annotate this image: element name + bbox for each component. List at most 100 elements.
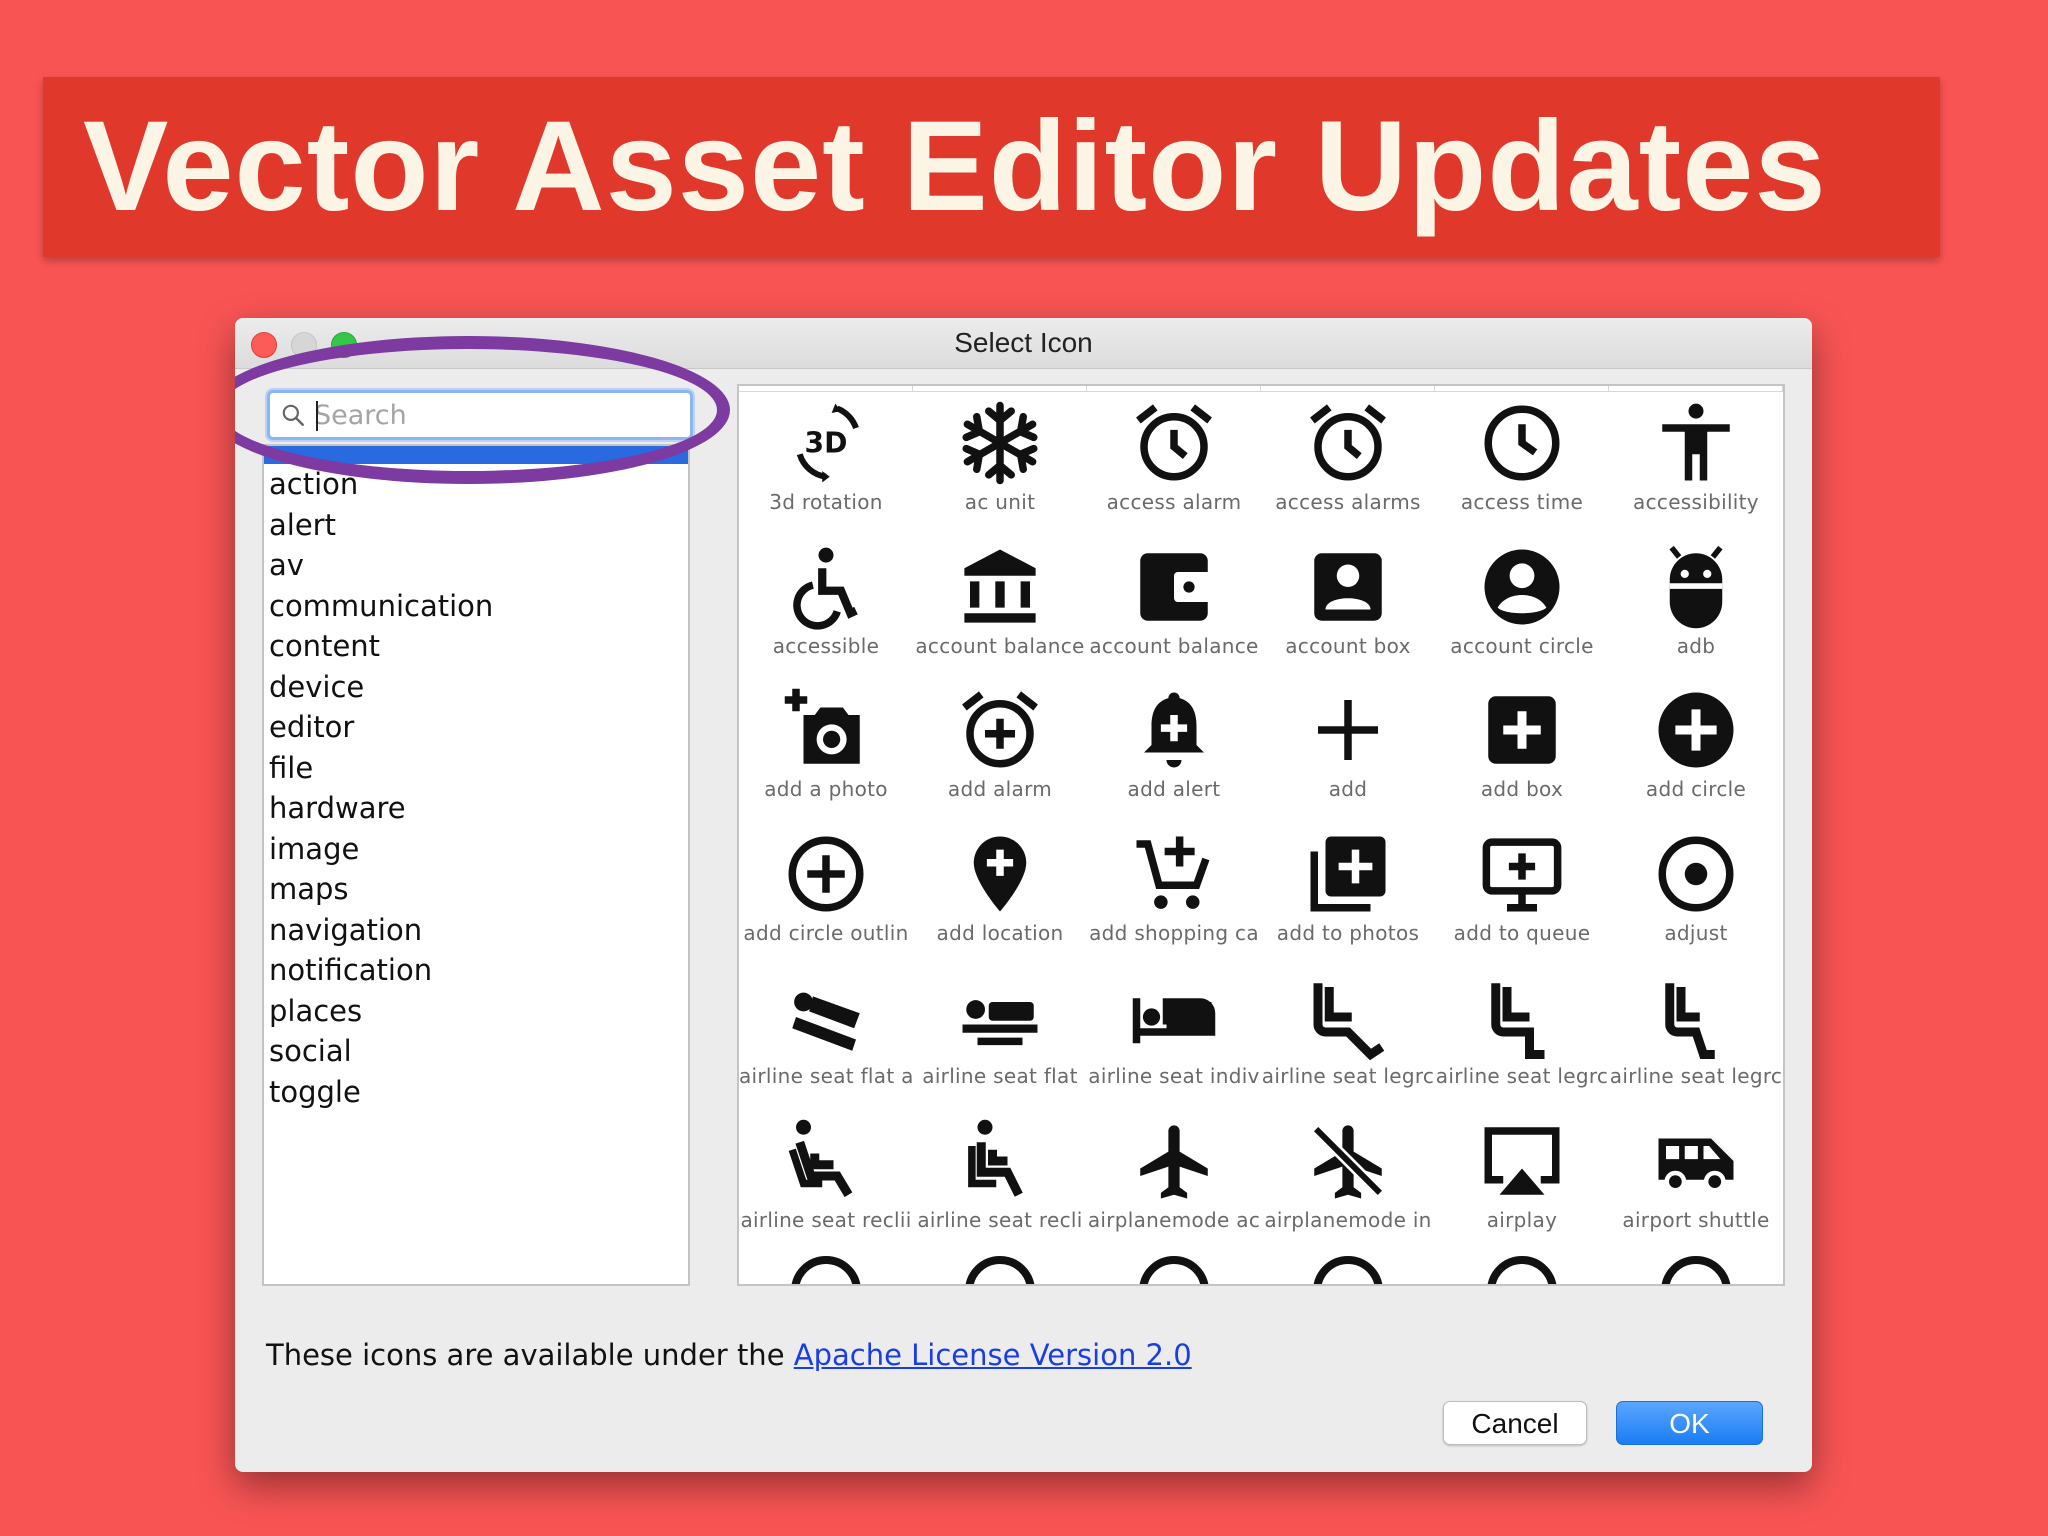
icon-label: add shopping ca (1089, 920, 1259, 945)
icon-label: airline seat indiv (1088, 1064, 1260, 1088)
access-alarms-icon (1310, 404, 1386, 481)
icon-tile[interactable]: airplay (1435, 1110, 1609, 1254)
icon-tile[interactable]: add alert (1087, 679, 1261, 823)
icon-tile[interactable]: account balance (1087, 536, 1261, 680)
category-item[interactable]: communication (264, 586, 688, 627)
icon-label: add (1328, 777, 1368, 801)
slide-title-banner: Vector Asset Editor Updates (43, 77, 1940, 257)
icon-tile[interactable]: adb (1609, 536, 1783, 680)
category-item[interactable]: notification (264, 950, 688, 991)
3d-rotation-icon: 3D (796, 403, 859, 483)
partial-icon[interactable] (1087, 1248, 1261, 1284)
category-item[interactable]: maps (264, 869, 688, 910)
airplanemode-active-icon (1140, 1124, 1208, 1198)
category-item[interactable]: image (264, 829, 688, 870)
add-to-photos-icon (1310, 836, 1386, 911)
icon-tile[interactable]: 3D 3d rotation (739, 392, 913, 536)
icon-tile[interactable]: airline seat recli (913, 1110, 1087, 1254)
icon-tile[interactable]: ac unit (913, 392, 1087, 536)
apache-license-link[interactable]: Apache License Version 2.0 (794, 1338, 1192, 1372)
icon-tile[interactable]: adjust (1609, 823, 1783, 967)
account-balance-wallet-icon (1140, 552, 1212, 621)
icon-tile[interactable]: airline seat legrc (1261, 966, 1435, 1110)
icon-label: add location (936, 920, 1064, 945)
icon-grid-panel: 3D 3d rotation ac unit access alarm access a… (737, 384, 1785, 1286)
license-text: These icons are available under the (266, 1338, 794, 1372)
partial-icon[interactable] (1261, 1248, 1435, 1284)
icon-tile[interactable]: airline seat reclii (739, 1110, 913, 1254)
icon-tile[interactable]: add (1261, 679, 1435, 823)
icon-tile[interactable]: add box (1435, 679, 1609, 823)
icon-tile[interactable]: airport shuttle (1609, 1110, 1783, 1254)
icon-tile[interactable]: airplanemode ac (1087, 1110, 1261, 1254)
icon-label: airline seat legrc (1609, 1064, 1783, 1088)
partial-icon[interactable] (1435, 1248, 1609, 1284)
adb-icon (1669, 545, 1723, 628)
icon-tile[interactable]: access alarms (1261, 392, 1435, 536)
account-circle-icon (1484, 549, 1560, 624)
icon-tile[interactable]: access alarm (1087, 392, 1261, 536)
airport-shuttle-icon (1658, 1138, 1734, 1192)
search-input[interactable] (314, 393, 674, 437)
category-item[interactable]: av (264, 545, 688, 586)
icon-label: airplanemode ac (1087, 1207, 1261, 1232)
airplanemode-inactive-icon (1310, 1122, 1386, 1199)
category-item[interactable]: alert (264, 505, 688, 546)
icon-tile[interactable]: airline seat indiv (1087, 966, 1261, 1110)
icon-tile[interactable]: account balance (913, 536, 1087, 680)
partial-icon[interactable] (1609, 1248, 1783, 1284)
category-item[interactable]: file (264, 748, 688, 789)
icon-tile[interactable]: account circle (1435, 536, 1609, 680)
partial-icon[interactable] (739, 1248, 913, 1284)
icon-label: adb (1676, 633, 1716, 658)
ok-button[interactable]: OK (1616, 1401, 1763, 1445)
airline-seat-legroom-normal-icon (1491, 983, 1545, 1059)
category-item[interactable]: navigation (264, 910, 688, 951)
add-alert-icon (1144, 692, 1204, 768)
icon-label: airline seat flat (922, 1064, 1078, 1088)
category-item[interactable]: hardware (264, 788, 688, 829)
search-box[interactable] (267, 390, 693, 440)
icon-tile[interactable]: account box (1261, 536, 1435, 680)
icon-label: airport shuttle (1622, 1207, 1770, 1232)
airline-seat-individual-suite-icon (1132, 998, 1216, 1044)
airline-seat-legroom-reduced-icon (1665, 983, 1715, 1059)
icon-tile[interactable]: access time (1435, 392, 1609, 536)
category-item[interactable]: editor (264, 707, 688, 748)
icon-tile[interactable]: add alarm (913, 679, 1087, 823)
icon-tile[interactable]: add a photo (739, 679, 913, 823)
category-item[interactable]: places (264, 991, 688, 1032)
cancel-button[interactable]: Cancel (1443, 1401, 1587, 1445)
icon-tile[interactable]: airline seat flat (913, 966, 1087, 1110)
license-notice: These icons are available under the Apac… (266, 1338, 1192, 1372)
icon-label: add circle outlin (743, 920, 909, 945)
category-item[interactable]: toggle (264, 1072, 688, 1113)
category-list-panel: action alert av communication content device e… (262, 444, 690, 1286)
add-to-queue-icon (1482, 837, 1562, 911)
category-item[interactable]: social (264, 1031, 688, 1072)
access-time-icon (1484, 405, 1560, 481)
icon-tile[interactable]: airline seat flat a (739, 966, 913, 1110)
icon-label: accessible (772, 633, 880, 658)
icon-tile[interactable]: accessible (739, 536, 913, 680)
category-item[interactable]: device (264, 667, 688, 708)
selected-category-row[interactable] (264, 446, 688, 464)
icon-tile[interactable]: add to queue (1435, 823, 1609, 967)
icon-tile[interactable]: airline seat legrc (1609, 966, 1783, 1110)
icon-tile[interactable]: airplanemode in (1261, 1110, 1435, 1254)
icon-tile[interactable]: add to photos (1261, 823, 1435, 967)
icon-tile[interactable]: accessibility (1609, 392, 1783, 536)
icon-tile[interactable]: add circle outlin (739, 823, 913, 967)
category-list: action alert av communication content device e… (264, 464, 688, 1112)
title-bar: Select Icon (235, 318, 1812, 369)
icon-tile[interactable]: add location (913, 823, 1087, 967)
icon-label: accessibility (1633, 490, 1759, 514)
icon-label: airline seat flat a (739, 1064, 913, 1088)
icon-label: 3d rotation (769, 490, 883, 514)
category-item[interactable]: action (264, 464, 688, 505)
icon-tile[interactable]: airline seat legrc (1435, 966, 1609, 1110)
category-item[interactable]: content (264, 626, 688, 667)
icon-tile[interactable]: add circle (1609, 679, 1783, 823)
partial-icon[interactable] (913, 1248, 1087, 1284)
icon-tile[interactable]: add shopping ca (1087, 823, 1261, 967)
